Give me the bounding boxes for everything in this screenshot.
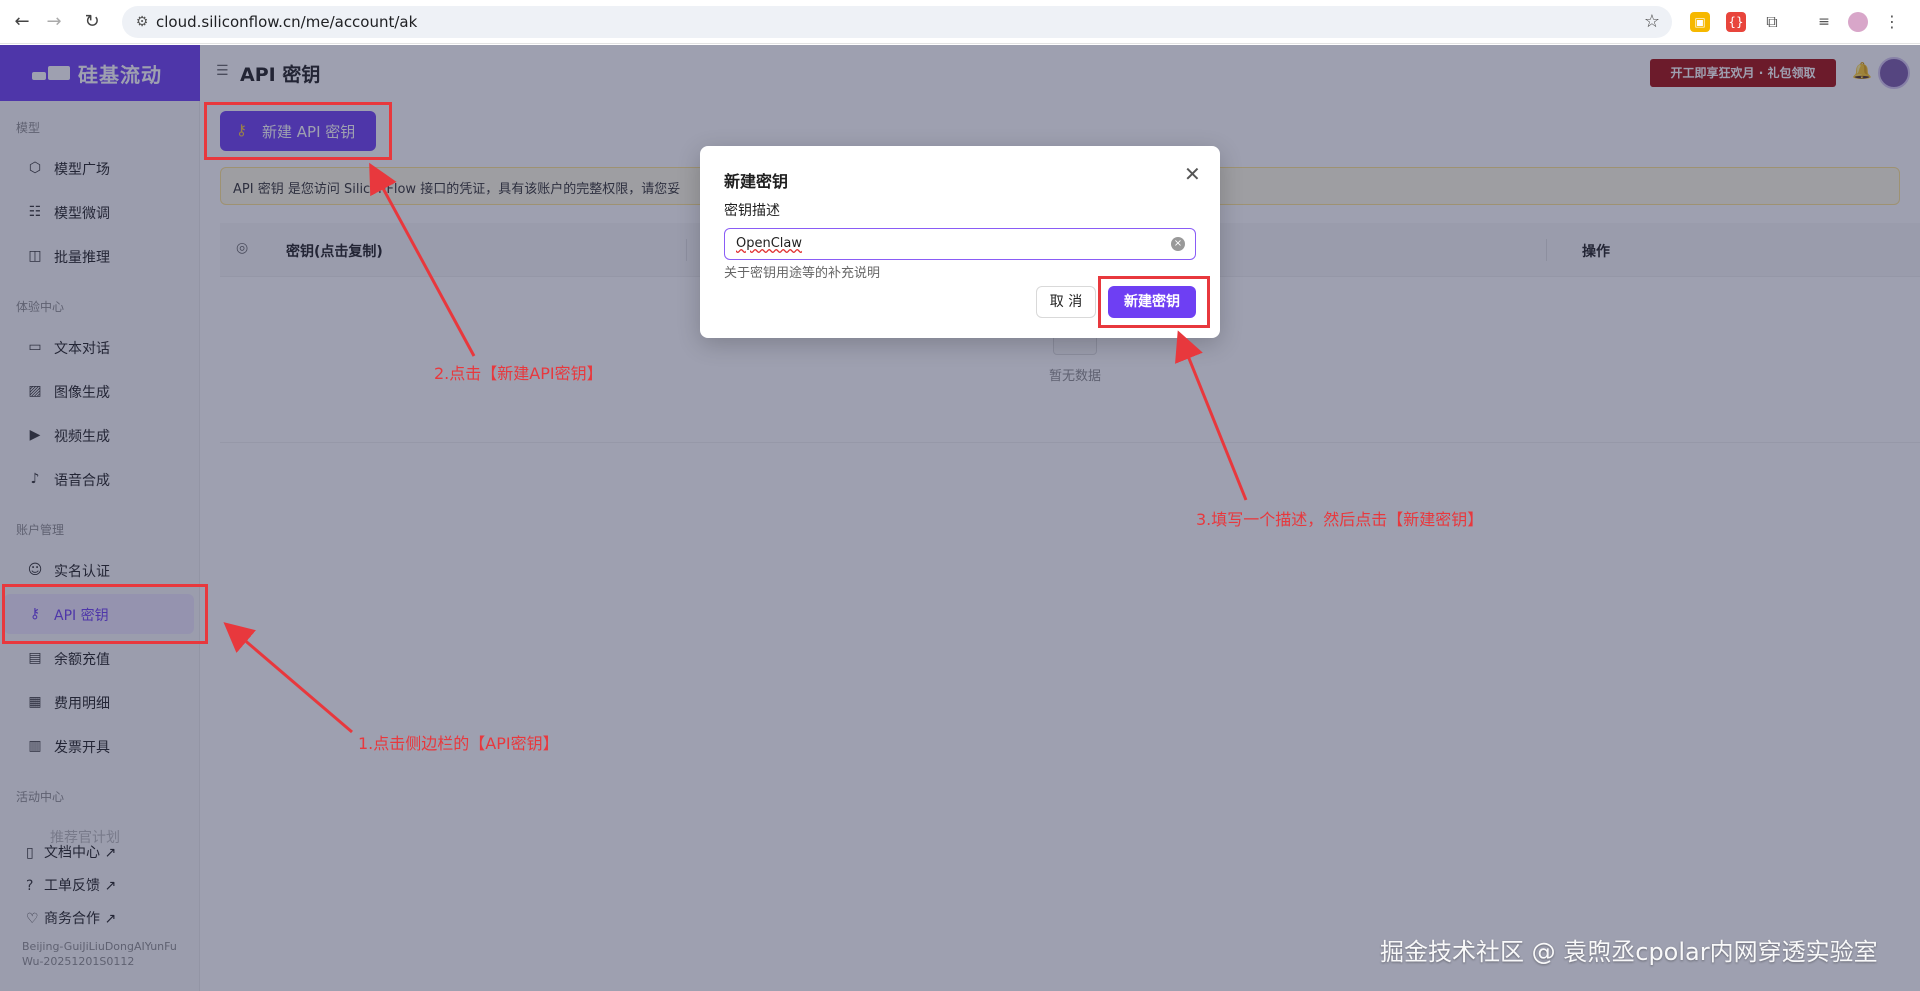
- annotation-text-step2: 2.点击【新建API密钥】: [434, 364, 603, 383]
- annotation-text-step3: 3.填写一个描述，然后点击【新建密钥】: [1196, 510, 1484, 529]
- annotation-arrows: [223, 162, 1248, 734]
- arrow-step1: [223, 622, 353, 734]
- arrow-step2: [369, 162, 476, 357]
- annotation-text-step1: 1.点击侧边栏的【API密钥】: [358, 734, 559, 753]
- watermark: 掘金技术社区 @ 袁煦丞cpolar内网穿透实验室: [1380, 938, 1878, 966]
- arrow-step3: [1175, 330, 1248, 501]
